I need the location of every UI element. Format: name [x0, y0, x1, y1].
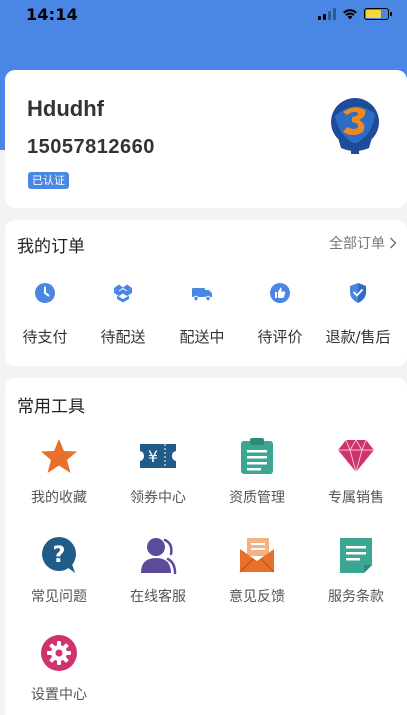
box-icon: [114, 284, 132, 303]
svg-text:?: ?: [53, 543, 66, 568]
tools-card: 常用工具 我的收藏 ¥ 领券中心 资质管理 专属销售 ? 常见问题 在线客服 意…: [5, 378, 407, 715]
order-label: 待评价: [257, 328, 303, 346]
tool-coupon-center[interactable]: ¥ 领券中心: [113, 436, 203, 507]
tool-label: 专属销售: [328, 490, 384, 506]
order-in-delivery[interactable]: 配送中: [162, 280, 242, 347]
tool-faq[interactable]: ? 常见问题: [14, 535, 104, 606]
clock-icon: [35, 283, 55, 303]
coupon-icon: ¥: [140, 444, 176, 468]
view-all-orders-link[interactable]: 全部订单: [329, 233, 397, 253]
order-pending-review[interactable]: 待评价: [240, 280, 320, 347]
tool-qualification[interactable]: 资质管理: [212, 436, 302, 507]
envelope-icon: [239, 538, 275, 573]
clipboard-icon: [241, 438, 273, 474]
user-name: Hdudhf: [27, 96, 104, 121]
truck-icon: [192, 288, 212, 302]
tool-terms[interactable]: 服务条款: [311, 535, 401, 606]
tool-label: 在线客服: [130, 589, 186, 605]
tool-exclusive-sales[interactable]: 专属销售: [311, 436, 401, 507]
tool-feedback[interactable]: 意见反馈: [212, 535, 302, 606]
order-label: 配送中: [179, 328, 225, 346]
document-icon: [340, 538, 372, 573]
tool-label: 设置中心: [31, 687, 87, 703]
shield-icon: [350, 283, 366, 303]
tool-label: 意见反馈: [229, 589, 285, 605]
order-label: 退款/售后: [325, 328, 391, 346]
svg-text:¥: ¥: [148, 447, 158, 466]
question-icon: ?: [42, 537, 76, 573]
star-icon: [41, 439, 77, 473]
tool-label: 我的收藏: [31, 490, 87, 506]
verified-badge: 已认证: [28, 172, 69, 189]
orders-card: 我的订单 全部订单 待支付 待配送 配送中 待评价 退款/售后: [5, 220, 407, 366]
company-logo: [331, 98, 379, 154]
order-refund[interactable]: 退款/售后: [318, 280, 398, 347]
signal-icon: [318, 8, 336, 20]
order-pending-delivery[interactable]: 待配送: [83, 280, 163, 347]
diamond-icon: [338, 439, 374, 474]
order-label: 待支付: [22, 328, 68, 346]
customer-service-icon: [141, 538, 177, 575]
tool-label: 服务条款: [328, 589, 384, 605]
tool-online-service[interactable]: 在线客服: [113, 535, 203, 606]
tool-label: 常见问题: [31, 589, 87, 605]
status-bar: 14:14: [0, 0, 407, 28]
order-label: 待配送: [100, 328, 146, 346]
thumbs-up-icon: [270, 283, 290, 303]
tool-label: 领券中心: [130, 490, 186, 506]
status-icons: [318, 8, 392, 20]
tools-title: 常用工具: [17, 397, 85, 417]
gear-icon: [41, 635, 77, 671]
order-pending-payment[interactable]: 待支付: [5, 280, 85, 347]
tool-settings[interactable]: 设置中心: [14, 633, 104, 704]
chevron-right-icon: [389, 237, 397, 249]
wifi-icon: [343, 9, 357, 20]
user-phone: 15057812660: [27, 136, 155, 158]
battery-icon: [364, 8, 392, 20]
status-time: 14:14: [26, 4, 78, 24]
profile-card[interactable]: Hdudhf 15057812660 已认证: [5, 70, 407, 208]
orders-title: 我的订单: [17, 237, 85, 257]
tool-label: 资质管理: [229, 490, 285, 506]
tool-favorites[interactable]: 我的收藏: [14, 436, 104, 507]
view-all-label: 全部订单: [329, 236, 385, 252]
